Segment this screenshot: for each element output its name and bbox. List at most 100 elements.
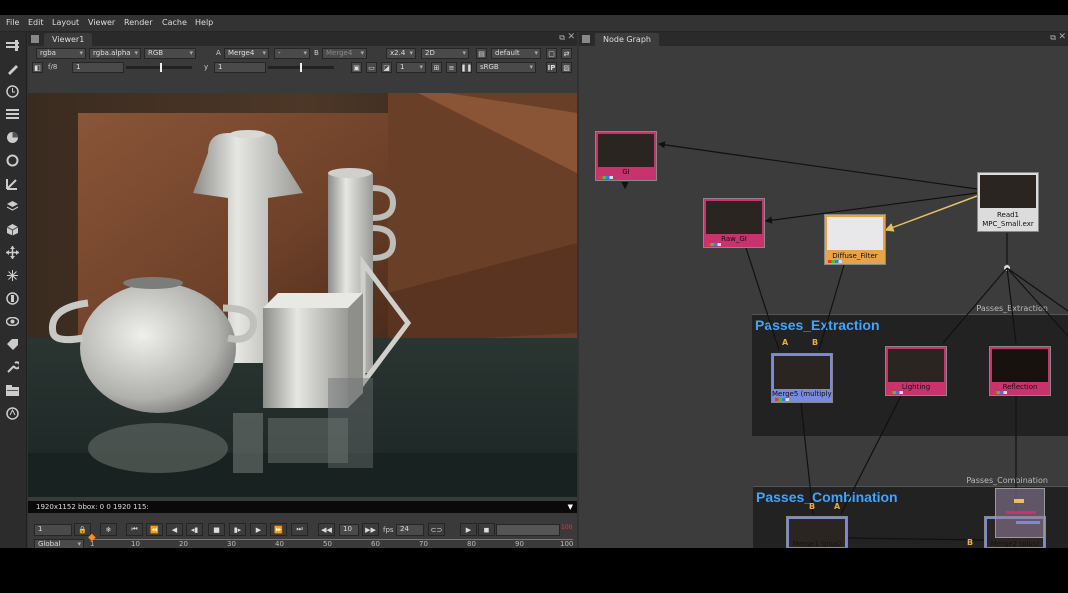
image-nodes-icon[interactable] — [5, 38, 20, 53]
toolsets-wrench-icon[interactable] — [5, 360, 20, 375]
menu-render[interactable]: Render — [124, 18, 152, 27]
gain-input[interactable]: 1 — [72, 62, 124, 73]
exposure-lock-icon[interactable]: ◧ — [32, 62, 43, 73]
fstop-value[interactable]: f/8 — [48, 62, 57, 73]
node-reflection[interactable]: Reflection — [989, 346, 1051, 396]
channels-select[interactable]: rgba — [36, 48, 86, 59]
gamma-input[interactable]: 1 — [214, 62, 266, 73]
time-clock-icon[interactable] — [5, 84, 20, 99]
clip-warning-icon[interactable]: ▣ — [351, 62, 362, 73]
zoom-select[interactable]: x2.4 — [386, 48, 416, 59]
current-frame-input[interactable]: 1 — [34, 524, 72, 536]
play-backward-icon[interactable]: ◂▮ — [186, 523, 203, 536]
node-label: Reflection — [1002, 383, 1038, 391]
compare-mode-select[interactable]: - — [274, 48, 310, 59]
input-process-button[interactable]: IP — [546, 62, 557, 73]
tab-node-graph[interactable]: Node Graph — [595, 33, 659, 46]
node-graph-canvas[interactable]: Passes_Extraction Passes_Extraction Pass… — [579, 46, 1068, 548]
roi-icon[interactable]: ▢ — [546, 48, 557, 59]
color-wheel-icon[interactable] — [5, 130, 20, 145]
wipe-icon[interactable]: ▨ — [561, 62, 572, 73]
mask-icon[interactable]: ◪ — [381, 62, 392, 73]
close-pane-icon[interactable]: ✕ — [1058, 32, 1066, 42]
proxy-select[interactable]: 1 — [396, 62, 426, 73]
channel-list-icon[interactable] — [5, 107, 20, 122]
alpha-channel-select[interactable]: rgba.alpha — [89, 48, 141, 59]
other-folder-icon[interactable] — [5, 383, 20, 398]
node-gi[interactable]: GI — [595, 131, 657, 181]
input-b-select[interactable]: Merge4 — [322, 48, 367, 59]
skip-back-icon[interactable]: ◀◀ — [318, 523, 335, 536]
node-diffuse-filter[interactable]: Diffuse_Filter — [824, 214, 886, 265]
next-frame-icon[interactable]: ▶ — [250, 523, 267, 536]
timeline-tick: 80 — [467, 540, 476, 548]
colorspace-select[interactable]: sRGB — [476, 62, 536, 73]
menu-cache[interactable]: Cache — [162, 18, 187, 27]
node-merge5[interactable]: Merge5 (multiply) — [771, 353, 833, 403]
pause-update-icon[interactable]: ≡ — [446, 62, 457, 73]
pane-menu-icon[interactable] — [31, 35, 39, 43]
tab-viewer1[interactable]: Viewer1 — [44, 33, 93, 46]
info-expand-icon[interactable]: ▼ — [568, 501, 573, 513]
merge-layers-icon[interactable] — [5, 199, 20, 214]
menu-file[interactable]: File — [6, 18, 19, 27]
filter-circle-icon[interactable] — [5, 153, 20, 168]
nuke-window: File Edit Layout Viewer Render Cache Hel… — [0, 15, 1068, 548]
float-pane-icon[interactable]: ⧉ — [559, 33, 565, 43]
play-forward-icon[interactable]: ▮▸ — [229, 523, 246, 536]
view-mode-select[interactable]: 2D — [421, 48, 469, 59]
input-a-select[interactable]: Merge4 — [224, 48, 269, 59]
deep-icon[interactable] — [5, 291, 20, 306]
sync-icon[interactable]: ⇄ — [561, 48, 572, 59]
skip-forward-icon[interactable]: ▶▶ — [362, 523, 379, 536]
flipbook-icon[interactable]: ▶ — [460, 523, 477, 536]
node-lighting[interactable]: Lighting — [885, 346, 947, 396]
end-frame-marker[interactable]: 100 — [561, 524, 572, 531]
menu-viewer[interactable]: Viewer — [88, 18, 115, 27]
render-flipbook-icon[interactable]: ◼ — [478, 523, 495, 536]
keyer-icon[interactable] — [5, 176, 20, 191]
menu-help[interactable]: Help — [195, 18, 213, 27]
viewer-image[interactable] — [28, 93, 577, 497]
transform-move-icon[interactable] — [5, 245, 20, 260]
stop-icon[interactable]: ❚❚ — [461, 62, 472, 73]
pane-menu-icon[interactable] — [582, 35, 590, 43]
gain-slider[interactable] — [126, 63, 192, 72]
gamma-slider[interactable] — [268, 63, 334, 72]
views-eye-icon[interactable] — [5, 314, 20, 329]
first-frame-icon[interactable]: ⏮ — [126, 523, 143, 536]
prev-keyframe-icon[interactable]: ⏪ — [146, 523, 163, 536]
frame-step-input[interactable]: 10 — [339, 524, 359, 536]
float-pane-icon[interactable]: ⧉ — [1050, 33, 1056, 43]
node-raw-gi[interactable]: Raw_GI — [703, 198, 765, 248]
loop-mode-icon[interactable]: ⊂⊃ — [428, 523, 445, 536]
3d-cube-icon[interactable] — [5, 222, 20, 237]
node-read1[interactable]: Read1 MPC_Small.exr — [977, 172, 1039, 232]
particles-icon[interactable] — [5, 268, 20, 283]
close-pane-icon[interactable]: ✕ — [567, 32, 575, 42]
snowflake-pause-icon[interactable]: ❄ — [100, 523, 117, 536]
range-mode-select[interactable]: Global — [34, 539, 84, 548]
overlay-icon[interactable]: ▭ — [366, 62, 377, 73]
lut-select[interactable]: default — [491, 48, 541, 59]
draw-brush-icon[interactable] — [5, 61, 20, 76]
node-graph-navigator[interactable] — [995, 488, 1045, 538]
node-thumbnail — [992, 349, 1048, 382]
timeline-ruler[interactable] — [91, 539, 573, 540]
metadata-tag-icon[interactable] — [5, 337, 20, 352]
prev-frame-icon[interactable]: ◀ — [166, 523, 183, 536]
next-keyframe-icon[interactable]: ⏩ — [270, 523, 287, 536]
fps-input[interactable]: 24 — [396, 524, 424, 536]
plugins-power-icon[interactable] — [5, 406, 20, 421]
menu-layout[interactable]: Layout — [52, 18, 79, 27]
node-label: Merge1 (plus) — [792, 540, 842, 548]
menu-edit[interactable]: Edit — [28, 18, 44, 27]
node-merge1[interactable]: Merge1 (plus) — [786, 516, 848, 548]
display-channels-select[interactable]: RGB — [144, 48, 196, 59]
render-icon[interactable]: ⊞ — [431, 62, 442, 73]
playback-progress-bar[interactable] — [496, 524, 560, 536]
lut-icon[interactable]: ▤ — [476, 48, 487, 59]
stop-icon[interactable]: ■ — [208, 523, 225, 536]
last-frame-icon[interactable]: ⏭ — [291, 523, 308, 536]
viewer-tab-bar: Viewer1 ⧉ ✕ — [28, 32, 577, 46]
